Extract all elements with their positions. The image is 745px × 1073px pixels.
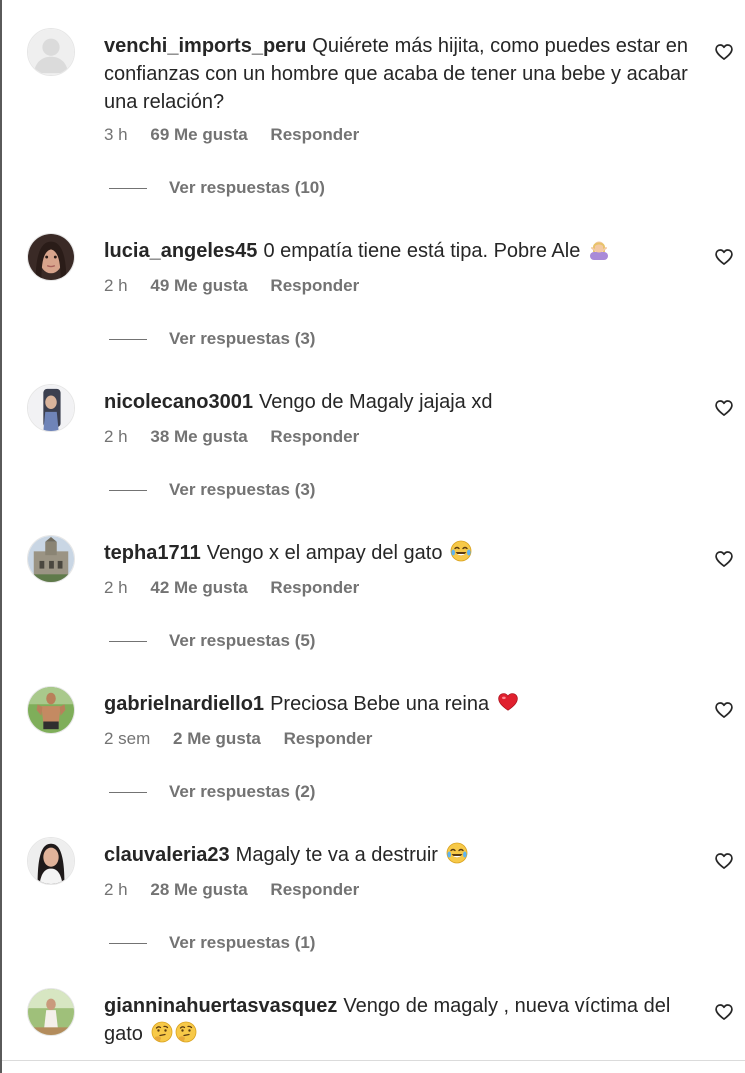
view-replies-label: Ver respuestas (1)	[169, 933, 316, 952]
avatar[interactable]	[27, 837, 75, 885]
comment-time[interactable]: 2 h	[104, 276, 128, 295]
comment-text: Vengo x el ampay del gato	[206, 542, 443, 564]
comment-text: Magaly te va a destruir	[235, 844, 438, 866]
like-heart-icon[interactable]	[714, 398, 734, 418]
comment-text: Preciosa Bebe una reina	[270, 693, 490, 715]
avatar[interactable]	[27, 535, 75, 583]
comment-time[interactable]: 2 h	[104, 880, 128, 899]
like-heart-icon[interactable]	[714, 247, 734, 267]
replies-divider	[109, 943, 147, 945]
comment-text-block: venchi_imports_peru Quiérete más hijita, …	[104, 32, 694, 116]
view-replies-button[interactable]: Ver respuestas (10)	[109, 178, 325, 198]
comment-time[interactable]: 3 h	[104, 125, 128, 144]
tears-of-joy-icon	[446, 842, 468, 864]
comment-username[interactable]: nicolecano3001	[104, 391, 253, 413]
view-replies-button[interactable]: Ver respuestas (3)	[109, 480, 315, 500]
profile-photo-icon	[28, 989, 74, 1035]
replies-divider	[109, 339, 147, 341]
view-replies-button[interactable]: Ver respuestas (1)	[109, 933, 315, 953]
comment-text: Vengo de Magaly jajaja xd	[258, 391, 493, 413]
replies-divider	[109, 641, 147, 643]
profile-photo-icon	[28, 536, 74, 582]
comment-text-block: lucia_angeles45 0 empatía tiene está tipa…	[104, 237, 694, 265]
comment-meta: 2 h 38 Me gusta Responder	[104, 427, 377, 447]
view-replies-label: Ver respuestas (10)	[169, 178, 325, 197]
replies-divider	[109, 188, 147, 190]
comment-time[interactable]: 2 sem	[104, 729, 150, 748]
like-heart-icon[interactable]	[714, 1002, 734, 1022]
thinking-face-icon	[151, 1021, 173, 1043]
comment-username[interactable]: gabrielnardiello1	[104, 693, 264, 715]
comment-likes[interactable]: 38 Me gusta	[150, 427, 247, 446]
comment-text-block: tepha1711 Vengo x el ampay del gato	[104, 539, 694, 567]
comment-text: 0 empatía tiene está tipa. Pobre Ale	[263, 240, 581, 262]
default-avatar-icon	[28, 29, 74, 75]
comment-username[interactable]: lucia_angeles45	[104, 240, 257, 262]
avatar[interactable]	[27, 988, 75, 1036]
comment-text-block: nicolecano3001 Vengo de Magaly jajaja xd	[104, 388, 694, 416]
view-replies-button[interactable]: Ver respuestas (3)	[109, 329, 315, 349]
comments-panel: venchi_imports_peru Quiérete más hijita, …	[0, 0, 745, 1073]
like-heart-icon[interactable]	[714, 549, 734, 569]
profile-photo-icon	[28, 385, 74, 431]
view-replies-button[interactable]: Ver respuestas (5)	[109, 631, 315, 651]
thinking-face-icon	[175, 1021, 197, 1043]
comment-time[interactable]: 2 h	[104, 578, 128, 597]
view-replies-label: Ver respuestas (3)	[169, 480, 316, 499]
reply-button[interactable]: Responder	[270, 427, 359, 446]
comment-time[interactable]: 2 h	[104, 427, 128, 446]
reply-button[interactable]: Responder	[270, 880, 359, 899]
tears-of-joy-icon	[450, 540, 472, 562]
view-replies-button[interactable]: Ver respuestas (2)	[109, 782, 315, 802]
comment-text-block: gianninahuertasvasquez Vengo de magaly , …	[104, 992, 694, 1048]
avatar[interactable]	[27, 686, 75, 734]
comment-meta: 2 sem 2 Me gusta Responder	[104, 729, 390, 749]
comment-meta: 2 h 49 Me gusta Responder	[104, 276, 377, 296]
like-heart-icon[interactable]	[714, 42, 734, 62]
reply-button[interactable]: Responder	[284, 729, 373, 748]
comment-meta: 3 h 69 Me gusta Responder	[104, 125, 377, 145]
comment-text-block: gabrielnardiello1 Preciosa Bebe una reina	[104, 690, 694, 718]
avatar[interactable]	[27, 384, 75, 432]
comment-text-block: clauvaleria23 Magaly te va a destruir	[104, 841, 694, 869]
comment-username[interactable]: tepha1711	[104, 542, 201, 564]
view-replies-label: Ver respuestas (5)	[169, 631, 316, 650]
reply-button[interactable]: Responder	[270, 578, 359, 597]
divider	[2, 1060, 745, 1061]
comment-username[interactable]: clauvaleria23	[104, 844, 230, 866]
comment-likes[interactable]: 42 Me gusta	[150, 578, 247, 597]
view-replies-label: Ver respuestas (3)	[169, 329, 316, 348]
red-heart-icon	[497, 691, 519, 713]
replies-divider	[109, 490, 147, 492]
comment-username[interactable]: venchi_imports_peru	[104, 35, 306, 57]
profile-photo-icon	[28, 234, 74, 280]
comment-username[interactable]: gianninahuertasvasquez	[104, 995, 337, 1017]
avatar[interactable]	[27, 233, 75, 281]
comment-likes[interactable]: 69 Me gusta	[150, 125, 247, 144]
view-replies-label: Ver respuestas (2)	[169, 782, 316, 801]
like-heart-icon[interactable]	[714, 851, 734, 871]
comment-likes[interactable]: 2 Me gusta	[173, 729, 261, 748]
reply-button[interactable]: Responder	[270, 276, 359, 295]
comment-meta: 2 h 42 Me gusta Responder	[104, 578, 377, 598]
replies-divider	[109, 792, 147, 794]
reply-button[interactable]: Responder	[270, 125, 359, 144]
comment-likes[interactable]: 28 Me gusta	[150, 880, 247, 899]
profile-photo-icon	[28, 838, 74, 884]
woman-gesturing-icon	[588, 238, 610, 260]
avatar[interactable]	[27, 28, 75, 76]
comment-likes[interactable]: 49 Me gusta	[150, 276, 247, 295]
profile-photo-icon	[28, 687, 74, 733]
like-heart-icon[interactable]	[714, 700, 734, 720]
comment-meta: 2 h 28 Me gusta Responder	[104, 880, 377, 900]
